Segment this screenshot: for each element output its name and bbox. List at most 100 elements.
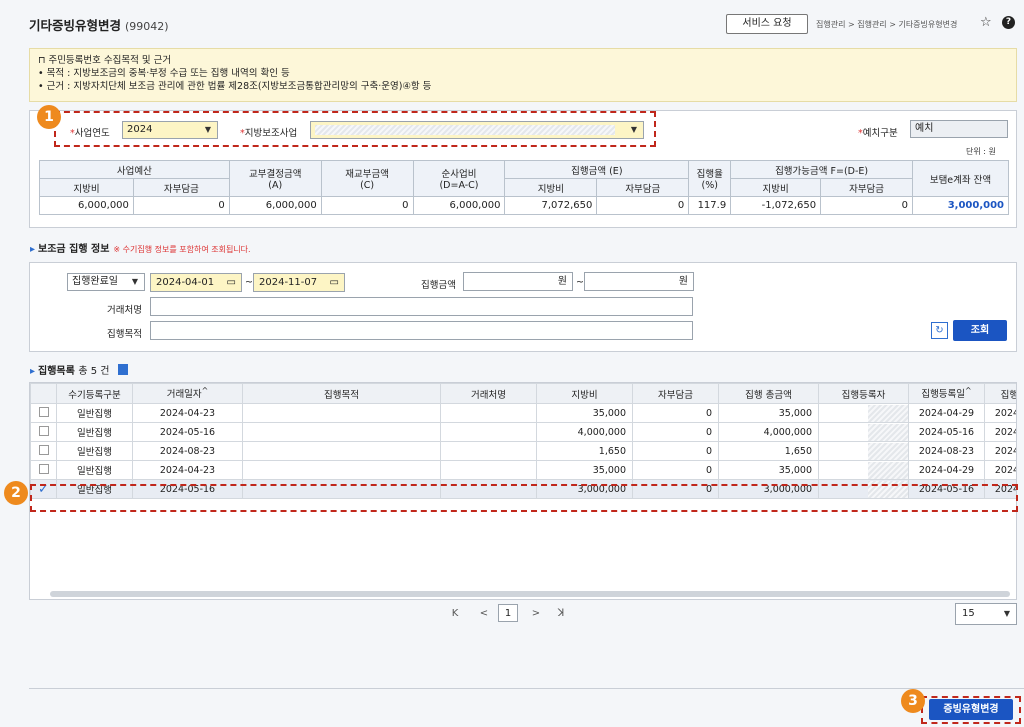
calendar-icon[interactable]: ▭ [227,274,236,291]
help-icon[interactable]: ? [1002,16,1015,29]
last-page-button[interactable]: ꓘ [553,605,569,623]
calendar-icon[interactable]: ▭ [330,274,339,291]
col-total[interactable]: 집행 총금액 [718,383,819,404]
col-check [30,383,57,404]
deposit-label: *예치구분 [858,128,898,139]
table-row[interactable]: 일반집행 2024-04-23 35,000 0 35,000 2024-04-… [30,403,1016,423]
exec-info-title: ▸ 보조금 집행 정보 ※ 수기집행 정보를 포함하여 조회됩니다. [30,244,251,255]
header-avail-f: 집행가능금액 F=(D-E) [730,160,913,179]
table-row[interactable]: 일반집행 2024-08-23 1,650 0 1,650 2024-08-23… [30,441,1016,461]
header-avail-self: 자부담금 [820,178,913,197]
step-badge-2: 2 [4,481,28,505]
row-checkbox[interactable] [30,460,57,480]
unit-label: 단위 : 원 [966,147,996,156]
page-size-select[interactable]: 15 ▼ [955,603,1017,625]
masked-registrar [818,403,909,423]
row-checkbox[interactable] [30,422,57,442]
masked-purpose [242,441,441,461]
reset-icon[interactable]: ↻ [931,322,948,339]
masked-registrar [818,441,909,461]
row-checkbox[interactable] [30,403,57,423]
budget-local-value: 6,000,000 [39,196,134,215]
next-page-button[interactable]: > [528,605,544,623]
date-from-input[interactable]: 2024-04-01 ▭ [150,273,242,292]
year-select[interactable]: 2024 ▼ [122,121,218,139]
year-label: *사업연도 [70,128,110,139]
prev-page-button[interactable]: < [476,605,492,623]
row-checkbox[interactable] [30,441,57,461]
masked-vendor [440,441,537,461]
exec-self-value: 0 [596,196,690,215]
col-vendor[interactable]: 거래처명 [440,383,537,404]
vendor-label: 거래처명 [107,305,142,316]
step-badge-3: 3 [901,689,925,713]
header-budget-self: 자부담금 [132,178,230,197]
header-exec-e: 집행금액 (E) [504,160,690,179]
header-exec-local: 지방비 [504,178,598,197]
dropdown-caret-icon: ▼ [1003,609,1010,618]
first-page-button[interactable]: K [447,605,463,623]
budget-self-value: 0 [132,196,230,215]
checkbox-icon[interactable] [38,463,49,474]
header-net-d: 순사업비 (D=A-C) [412,160,506,197]
date-separator: ~ [245,277,253,288]
project-select[interactable]: ▼ [310,121,644,139]
col-purpose[interactable]: 집행목적 [242,383,441,404]
vendor-input[interactable] [150,297,693,316]
header-exec-self: 자부담금 [596,178,690,197]
search-button[interactable]: 조회 [953,320,1007,341]
header-rate: 집행율 (%) [688,160,732,197]
change-evidence-type-button[interactable]: 증빙유형변경 [929,699,1013,720]
breadcrumb: 집행관리 > 집행관리 > 기타증빙유형변경 [816,20,958,29]
masked-vendor [440,422,537,442]
avail-local-value: -1,072,650 [730,196,822,215]
dropdown-caret-icon: ▼ [204,125,211,134]
masked-vendor [440,403,537,423]
masked-purpose [242,403,441,423]
date-to-input[interactable]: 2024-11-07 ▭ [253,273,345,292]
budget-summary-table: 사업예산 교부결정금액 (A) 재교부금액 (C) 순사업비 (D=A-C) 집행금액… [39,160,1010,215]
list-title: ▸ 집행목록 총 5 건 [30,362,128,377]
checkbox-icon[interactable] [38,444,49,455]
bottom-action-bar [29,688,1024,727]
amount-label: 집행금액 [421,280,456,291]
notice-basis: • 근거 : 지방자치단체 보조금 관리에 관한 법률 제28조(지방보조금통합… [38,81,432,92]
sort-icon[interactable]: ^ [202,386,209,395]
purpose-label: 집행목적 [107,329,142,340]
horizontal-scrollbar[interactable] [50,591,1010,597]
checkbox-icon[interactable] [38,425,49,436]
col-reg-date[interactable]: 집행등록일^ [908,383,985,404]
col-registrar[interactable]: 집행등록자 [818,383,909,404]
col-date[interactable]: 거래일자^ [132,383,243,404]
page-1-button[interactable]: 1 [498,604,518,622]
table-row[interactable]: 일반집행 2024-04-23 35,000 0 35,000 2024-04-… [30,460,1016,480]
purpose-input[interactable] [150,321,693,340]
rate-value: 117.9 [688,196,732,215]
amount-max-input[interactable]: 원 [584,272,694,291]
return-c-value: 0 [320,196,414,215]
masked-project-name [315,125,615,135]
balance-value: 3,000,000 [911,196,1010,215]
col-self[interactable]: 자부담금 [632,383,719,404]
favorite-star-icon[interactable]: ☆ [980,15,992,30]
table-row[interactable]: 일반집행 2024-05-16 4,000,000 0 4,000,000 20… [30,422,1016,442]
step-badge-1: 1 [37,105,61,129]
section-bullet-icon: ▸ [30,244,36,255]
masked-purpose [242,422,441,442]
col-local[interactable]: 지방비 [536,383,633,404]
amount-separator: ~ [576,277,584,288]
bookmark-icon: ⊓ [38,55,46,66]
excel-download-icon[interactable] [117,364,128,375]
header-avail-local: 지방비 [730,178,822,197]
col-type[interactable]: 수기등록구분 [56,383,133,404]
service-request-button[interactable]: 서비스 요청 [726,14,808,34]
date-type-select[interactable]: 집행완료일 ▼ [67,273,145,291]
masked-registrar [818,460,909,480]
dropdown-caret-icon: ▼ [131,277,138,286]
exec-local-value: 7,072,650 [504,196,598,215]
sort-icon[interactable]: ^ [965,386,972,395]
amount-min-input[interactable]: 원 [463,272,573,291]
col-done-date[interactable]: 집행완료일 [984,383,1016,404]
exec-info-note: ※ 수기집행 정보를 포함하여 조회됩니다. [113,245,251,254]
checkbox-icon[interactable] [38,406,49,417]
